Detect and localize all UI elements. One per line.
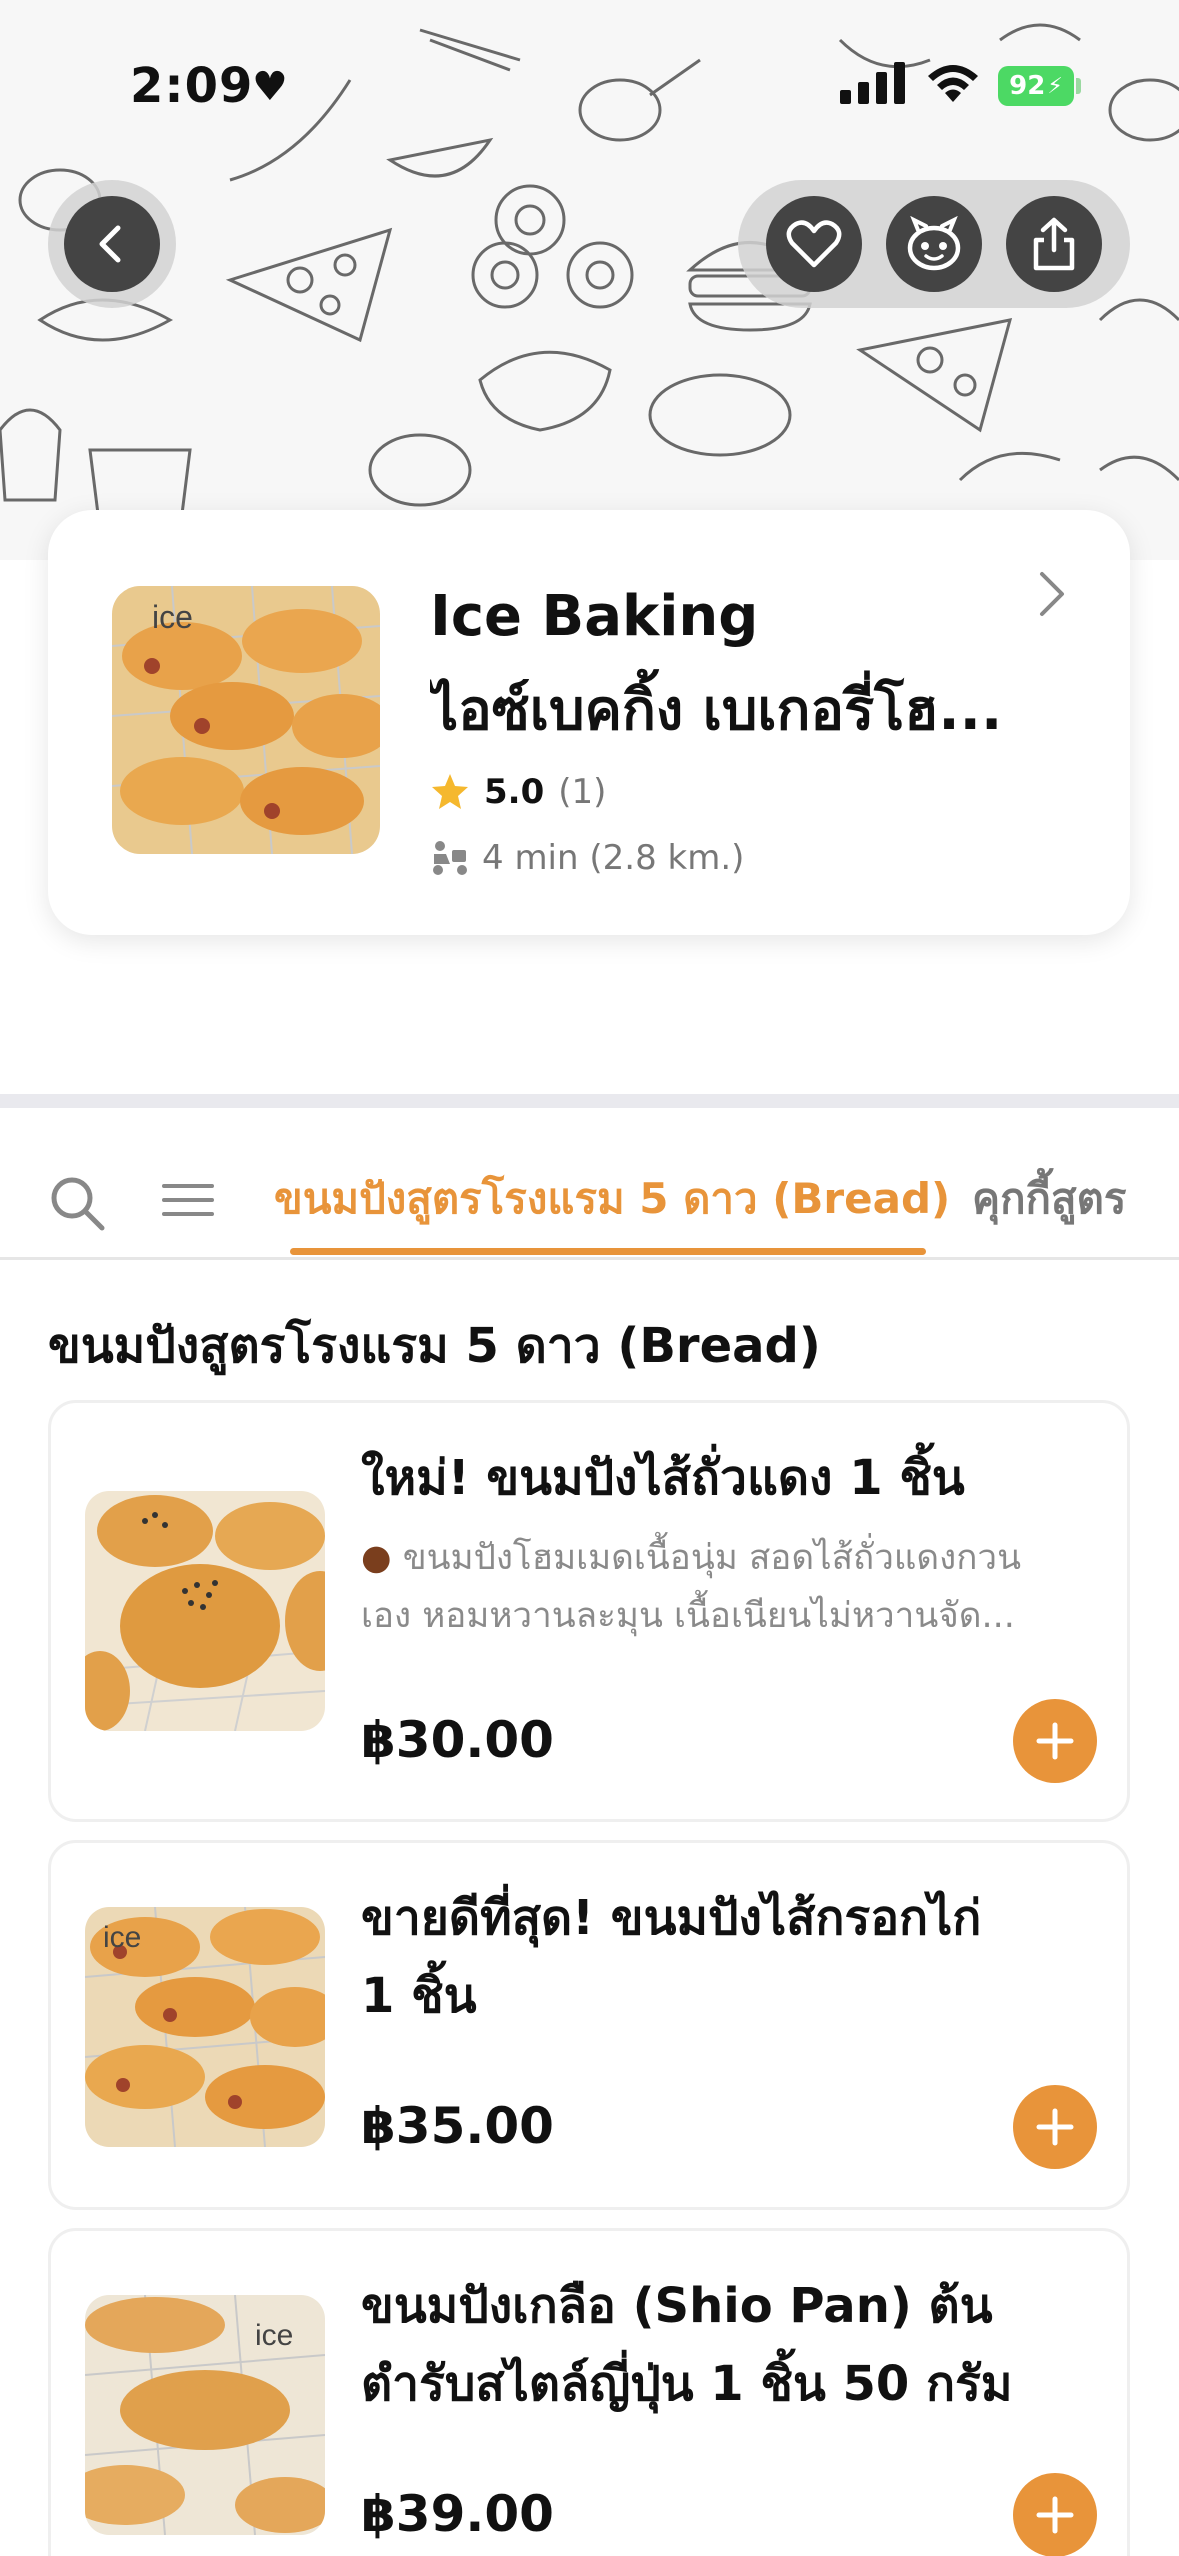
svg-text:ice: ice: [103, 1921, 141, 1954]
back-arrow-icon: [99, 225, 121, 263]
bean-icon: ●: [361, 1538, 392, 1578]
tab-active-underline: [290, 1248, 926, 1255]
item-name: ขายดีที่สุด! ขนมปังไส้กรอกไก่ 1 ชิ้น: [361, 1879, 1081, 2035]
signal-icon: [840, 62, 905, 104]
share-button[interactable]: [1006, 196, 1102, 292]
store-info-card[interactable]: ice Ice Baking ไอซ์เบคกิ้ง เบเกอรี่โฮ...…: [48, 510, 1130, 935]
item-price: ฿39.00: [361, 2485, 554, 2543]
item-name-line2: ตำรับสไตล์ญี่ปุ่น 1 ชิ้น 50 กรัม: [361, 2356, 1013, 2412]
section-title: ขนมปังสูตรโรงแรม 5 ดาว (Bread): [48, 1318, 821, 1374]
store-name: Ice Baking ไอซ์เบคกิ้ง เบเกอรี่โฮ...: [430, 570, 1030, 758]
rating-row: 5.0 (1): [430, 772, 606, 812]
rider-icon: [433, 841, 467, 875]
rating-count: (1): [558, 772, 607, 812]
item-description-line2: เอง หอมหวานละมุน เนื้อเนียนไม่หวานจัด...: [361, 1596, 1015, 1636]
menu-item[interactable]: ice ขนมปังเกลือ (Shio Pan) ต้น ตำรับสไตล…: [48, 2228, 1130, 2556]
mascot-button[interactable]: [886, 196, 982, 292]
plus-icon: [1036, 2108, 1074, 2146]
tab-cookie[interactable]: คุกกี้สูตร: [972, 1166, 1126, 1232]
item-name-line1: ขายดีที่สุด! ขนมปังไส้กรอกไก่: [361, 1890, 982, 1946]
add-to-cart-button[interactable]: [1013, 2473, 1097, 2556]
status-bar: 2:09 ♥ 92 ⚡: [0, 0, 1179, 170]
item-description: ● ขนมปังโฮมเมดเนื้อนุ่ม สอดไส้ถั่วแดงกวน…: [361, 1529, 1081, 1645]
item-name: ขนมปังเกลือ (Shio Pan) ต้น ตำรับสไตล์ญี่…: [361, 2267, 1081, 2423]
favorite-button[interactable]: [766, 196, 862, 292]
chevron-right-icon[interactable]: [1034, 566, 1070, 622]
menu-item[interactable]: ice ขายดีที่สุด! ขนมปังไส้กรอกไก่ 1 ชิ้น…: [48, 1840, 1130, 2210]
item-name: ใหม่! ขนมปังไส้ถั่วแดง 1 ชิ้น: [361, 1450, 965, 1506]
section-divider: [0, 1094, 1179, 1108]
plus-icon: [1036, 1722, 1074, 1760]
battery-tip: [1076, 78, 1081, 94]
item-price: ฿35.00: [361, 2097, 554, 2155]
add-to-cart-button[interactable]: [1013, 2085, 1097, 2169]
back-button-container: [48, 180, 176, 308]
menu-icon[interactable]: [162, 1182, 214, 1218]
add-to-cart-button[interactable]: [1013, 1699, 1097, 1783]
share-icon: [1033, 217, 1075, 271]
heart-icon: [786, 220, 842, 268]
plus-icon: [1036, 2496, 1074, 2534]
delivery-eta-row: 4 min (2.8 km.): [430, 838, 744, 878]
status-heart-icon: ♥: [252, 64, 288, 110]
item-name-line2: 1 ชิ้น: [361, 1968, 477, 2024]
rating-value: 5.0: [484, 772, 545, 812]
item-image: ice: [85, 2295, 325, 2535]
header-actions: [738, 180, 1130, 308]
wifi-icon: [928, 65, 978, 102]
menu-item[interactable]: ใหม่! ขนมปังไส้ถั่วแดง 1 ชิ้น ● ขนมปังโฮ…: [48, 1400, 1130, 1822]
category-tabs: ขนมปังสูตรโรงแรม 5 ดาว (Bread) คุกกี้สูต…: [0, 1108, 1179, 1260]
item-image: [85, 1491, 325, 1731]
svg-text:ice: ice: [152, 599, 193, 635]
item-image: ice: [85, 1907, 325, 2147]
mascot-icon: [907, 216, 961, 271]
battery-indicator: 92 ⚡: [998, 66, 1074, 106]
item-description-line1: ขนมปังโฮมเมดเนื้อนุ่ม สอดไส้ถั่วแดงกวน: [402, 1538, 1022, 1578]
item-name-line1: ขนมปังเกลือ (Shio Pan) ต้น: [361, 2278, 993, 2334]
item-price: ฿30.00: [361, 1711, 554, 1769]
store-name-thai: ไอซ์เบคกิ้ง เบเกอรี่โฮ...: [430, 678, 1003, 743]
battery-level: 92: [1009, 71, 1046, 101]
back-button[interactable]: [64, 196, 160, 292]
store-name-english: Ice Baking: [430, 584, 759, 649]
svg-text:ice: ice: [255, 2319, 293, 2352]
header-banner: 2:09 ♥ 92 ⚡: [0, 0, 1179, 560]
tab-bread[interactable]: ขนมปังสูตรโรงแรม 5 ดาว (Bread): [274, 1166, 950, 1232]
star-icon: [432, 774, 468, 809]
status-time: 2:09: [130, 58, 254, 114]
store-image: ice: [112, 586, 380, 854]
search-icon[interactable]: [48, 1174, 106, 1232]
delivery-eta: 4 min (2.8 km.): [482, 838, 745, 878]
